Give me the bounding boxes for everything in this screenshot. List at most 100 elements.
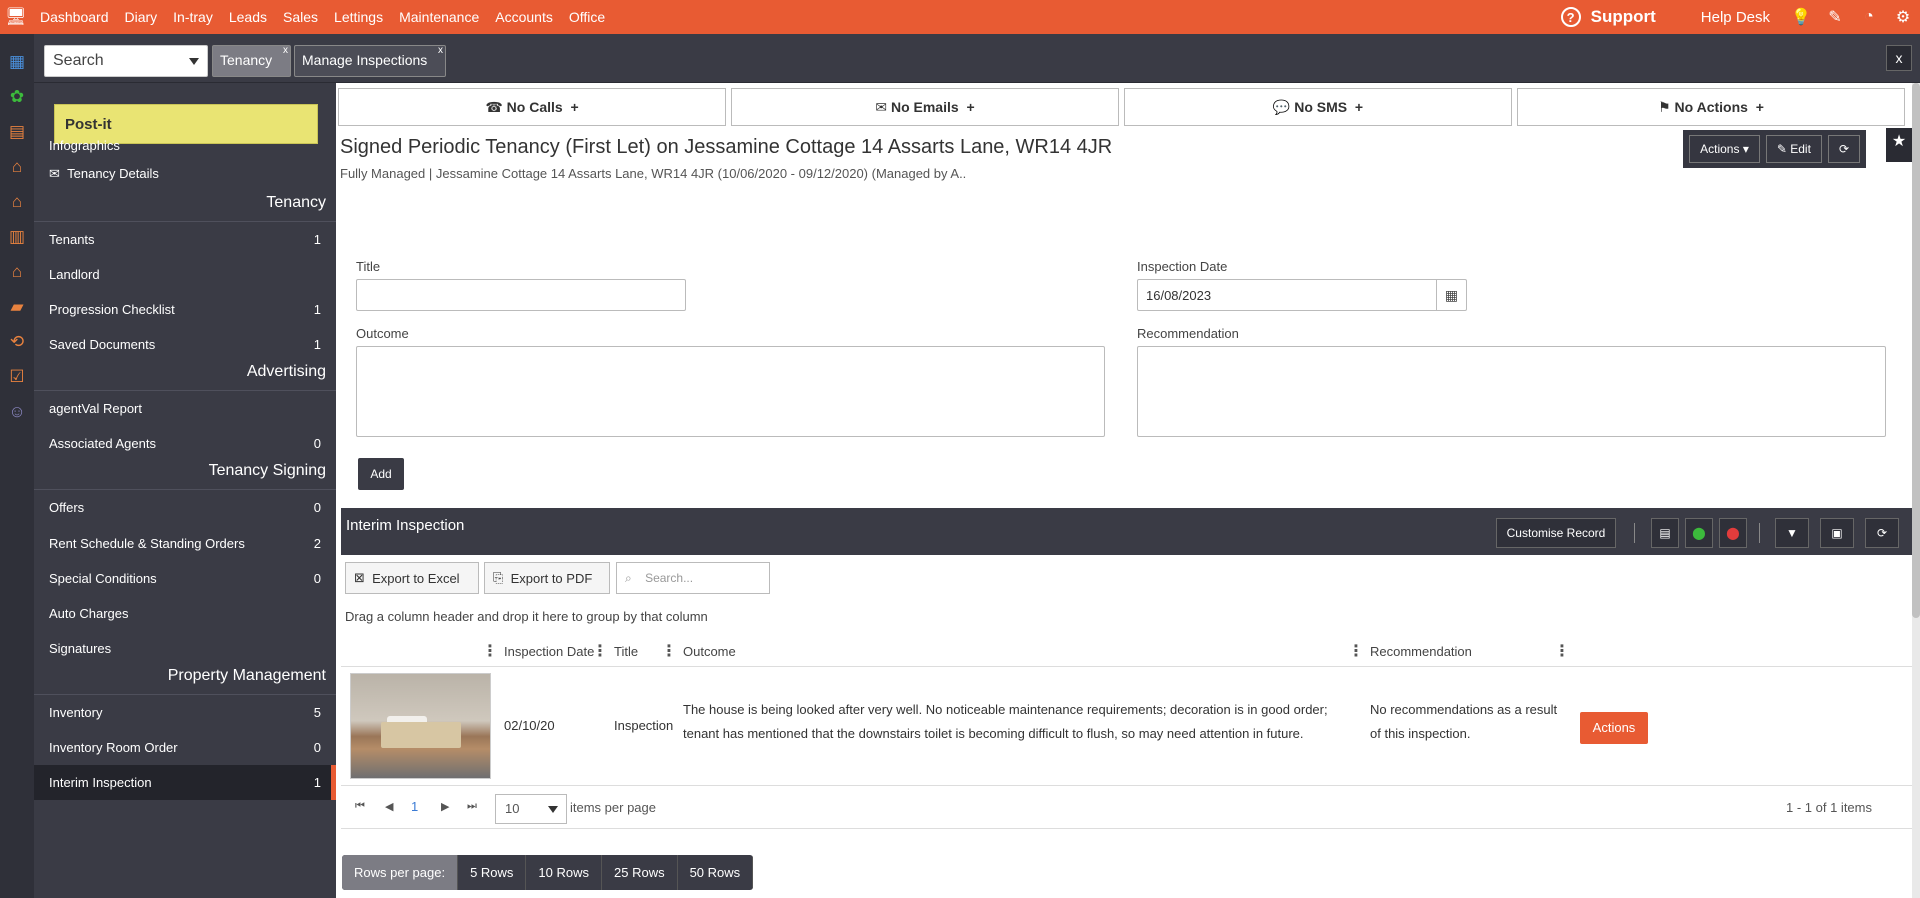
checklist-icon[interactable]: ☑: [0, 359, 34, 394]
close-all-tabs-button[interactable]: x: [1886, 45, 1912, 71]
nav-lettings[interactable]: Lettings: [326, 0, 391, 34]
inspection-date-input[interactable]: 16/08/2023 ▦: [1137, 279, 1467, 311]
nav-accounts[interactable]: Accounts: [487, 0, 561, 34]
rows-option-10[interactable]: 10 Rows: [526, 855, 602, 890]
refresh-icon[interactable]: ⟳: [1865, 518, 1899, 548]
folder-icon[interactable]: ▰: [0, 289, 34, 324]
nav-dashboard[interactable]: Dashboard: [32, 0, 117, 34]
rows-option-25[interactable]: 25 Rows: [602, 855, 678, 890]
house-icon[interactable]: ⌂: [0, 149, 34, 184]
calls-button[interactable]: ☎ No Calls +: [338, 88, 726, 126]
edit-icon[interactable]: ✎: [1818, 0, 1852, 34]
global-search-select[interactable]: Search: [44, 45, 208, 77]
export-pdf-button[interactable]: ⎘ Export to PDF: [484, 562, 610, 594]
sidebar-item-signatures[interactable]: Signatures: [34, 631, 336, 666]
scrollbar-thumb[interactable]: [1912, 83, 1920, 618]
actions-label: No Actions: [1674, 99, 1748, 115]
sidebar-link-tenancy-details[interactable]: ✉ Tenancy Details: [49, 166, 159, 182]
column-menu-icon[interactable]: ⋮: [592, 644, 608, 660]
lightbulb-icon[interactable]: 💡: [1784, 0, 1818, 34]
table-icon[interactable]: ▤: [1651, 518, 1679, 548]
outcome-textarea[interactable]: [356, 346, 1105, 437]
presentation-icon[interactable]: ▤: [0, 114, 34, 149]
customise-record-button[interactable]: Customise Record: [1496, 518, 1616, 548]
sidebar-item-rent-schedule[interactable]: Rent Schedule & Standing Orders 2: [34, 526, 336, 561]
sidebar-item-offers[interactable]: Offers 0: [34, 490, 336, 525]
column-header-recommendation[interactable]: Recommendation: [1370, 644, 1472, 659]
filter-icon[interactable]: ▼: [1775, 518, 1809, 548]
bookmark-star-icon[interactable]: ★: [1886, 128, 1912, 162]
nav-maintenance[interactable]: Maintenance: [391, 0, 487, 34]
close-icon[interactable]: x: [438, 37, 443, 65]
column-header-outcome[interactable]: Outcome: [683, 644, 736, 659]
house-key-icon[interactable]: ⌂: [0, 254, 34, 289]
map-pin-green-icon[interactable]: ⬤: [1685, 518, 1713, 548]
column-menu-icon[interactable]: ⋮: [482, 644, 498, 660]
prev-page-icon[interactable]: ◀: [385, 800, 393, 813]
column-menu-icon[interactable]: ⋮: [1554, 644, 1570, 660]
nav-diary[interactable]: Diary: [117, 0, 166, 34]
calendar-icon[interactable]: ▦: [1436, 280, 1466, 310]
speedometer-icon[interactable]: ◔: [1852, 0, 1886, 34]
gear-icon[interactable]: ⚙: [1886, 0, 1920, 34]
page-number[interactable]: 1: [411, 799, 418, 814]
last-page-icon[interactable]: ⏭: [467, 800, 477, 813]
sidebar-item-tenants[interactable]: Tenants 1: [34, 222, 336, 257]
sidebar-item-progression-checklist[interactable]: Progression Checklist 1: [34, 292, 336, 327]
emails-button[interactable]: ✉ No Emails +: [731, 88, 1119, 126]
clover-icon[interactable]: ✿: [0, 79, 34, 114]
add-button[interactable]: Add: [358, 458, 404, 490]
page-scrollbar[interactable]: [1912, 83, 1920, 898]
sidebar-item-saved-documents[interactable]: Saved Documents 1: [34, 327, 336, 362]
nav-sales[interactable]: Sales: [275, 0, 326, 34]
title-input[interactable]: [356, 279, 686, 311]
sidebar-item-agentval-report[interactable]: agentVal Report: [34, 391, 336, 426]
column-header-title[interactable]: Title: [614, 644, 638, 659]
tab-tenancy[interactable]: Tenancy x: [212, 45, 291, 77]
phone-icon: ☎: [485, 98, 503, 115]
support-link[interactable]: ? Support: [1560, 7, 1656, 27]
sidebar-item-inventory[interactable]: Inventory 5: [34, 695, 336, 730]
column-header-inspection-date[interactable]: Inspection Date: [504, 644, 594, 659]
building-icon[interactable]: ▥: [0, 219, 34, 254]
grid-search-input[interactable]: ⌕ Search...: [616, 562, 770, 594]
row-actions-button[interactable]: Actions: [1580, 712, 1648, 744]
tab-manage-inspections[interactable]: Manage Inspections x: [294, 45, 446, 77]
house-search-icon[interactable]: ⌂: [0, 184, 34, 219]
sidebar-item-associated-agents[interactable]: Associated Agents 0: [34, 426, 336, 461]
first-page-icon[interactable]: ⏮: [355, 800, 365, 813]
actions-dropdown-button[interactable]: Actions ▾: [1689, 135, 1760, 163]
columns-icon[interactable]: ▣: [1820, 518, 1854, 548]
helpdesk-link[interactable]: Help Desk: [1701, 9, 1770, 26]
app-logo-icon[interactable]: 🖥: [0, 0, 32, 34]
table-row[interactable]: 02/10/20 Inspection The house is being l…: [341, 668, 1912, 786]
column-menu-icon[interactable]: ⋮: [1348, 644, 1364, 660]
export-excel-button[interactable]: ⊠ Export to Excel: [345, 562, 479, 594]
refresh-box-icon[interactable]: ⟲: [0, 324, 34, 359]
sidebar-item-special-conditions[interactable]: Special Conditions 0: [34, 561, 336, 596]
calendar-icon[interactable]: ▦: [0, 44, 34, 79]
sidebar-link-infographics[interactable]: Infographics: [49, 138, 120, 153]
sidebar-item-landlord[interactable]: Landlord: [34, 257, 336, 292]
recommendation-textarea[interactable]: [1137, 346, 1886, 437]
nav-in-tray[interactable]: In-tray: [165, 0, 221, 34]
rows-option-5[interactable]: 5 Rows: [458, 855, 527, 890]
sms-button[interactable]: 💬 No SMS +: [1124, 88, 1512, 126]
sidebar-item-label: Progression Checklist: [49, 302, 175, 317]
map-pin-red-icon[interactable]: ⬤: [1719, 518, 1747, 548]
refresh-button[interactable]: ⟳: [1827, 135, 1860, 163]
edit-button[interactable]: ✎ Edit: [1765, 135, 1822, 163]
close-icon[interactable]: x: [283, 37, 288, 65]
next-page-icon[interactable]: ▶: [441, 800, 449, 813]
actions-button[interactable]: ⚑ No Actions +: [1517, 88, 1905, 126]
sidebar-item-interim-inspection[interactable]: Interim Inspection 1: [34, 765, 336, 800]
sidebar-item-inventory-room-order[interactable]: Inventory Room Order 0: [34, 730, 336, 765]
users-icon[interactable]: ☺: [0, 394, 34, 429]
bedroom-photo-thumbnail[interactable]: [350, 673, 491, 779]
sidebar-item-auto-charges[interactable]: Auto Charges: [34, 596, 336, 631]
rows-option-50[interactable]: 50 Rows: [678, 855, 754, 890]
nav-office[interactable]: Office: [561, 0, 613, 34]
nav-leads[interactable]: Leads: [221, 0, 275, 34]
column-menu-icon[interactable]: ⋮: [661, 644, 677, 660]
page-size-select[interactable]: 10: [495, 794, 567, 824]
